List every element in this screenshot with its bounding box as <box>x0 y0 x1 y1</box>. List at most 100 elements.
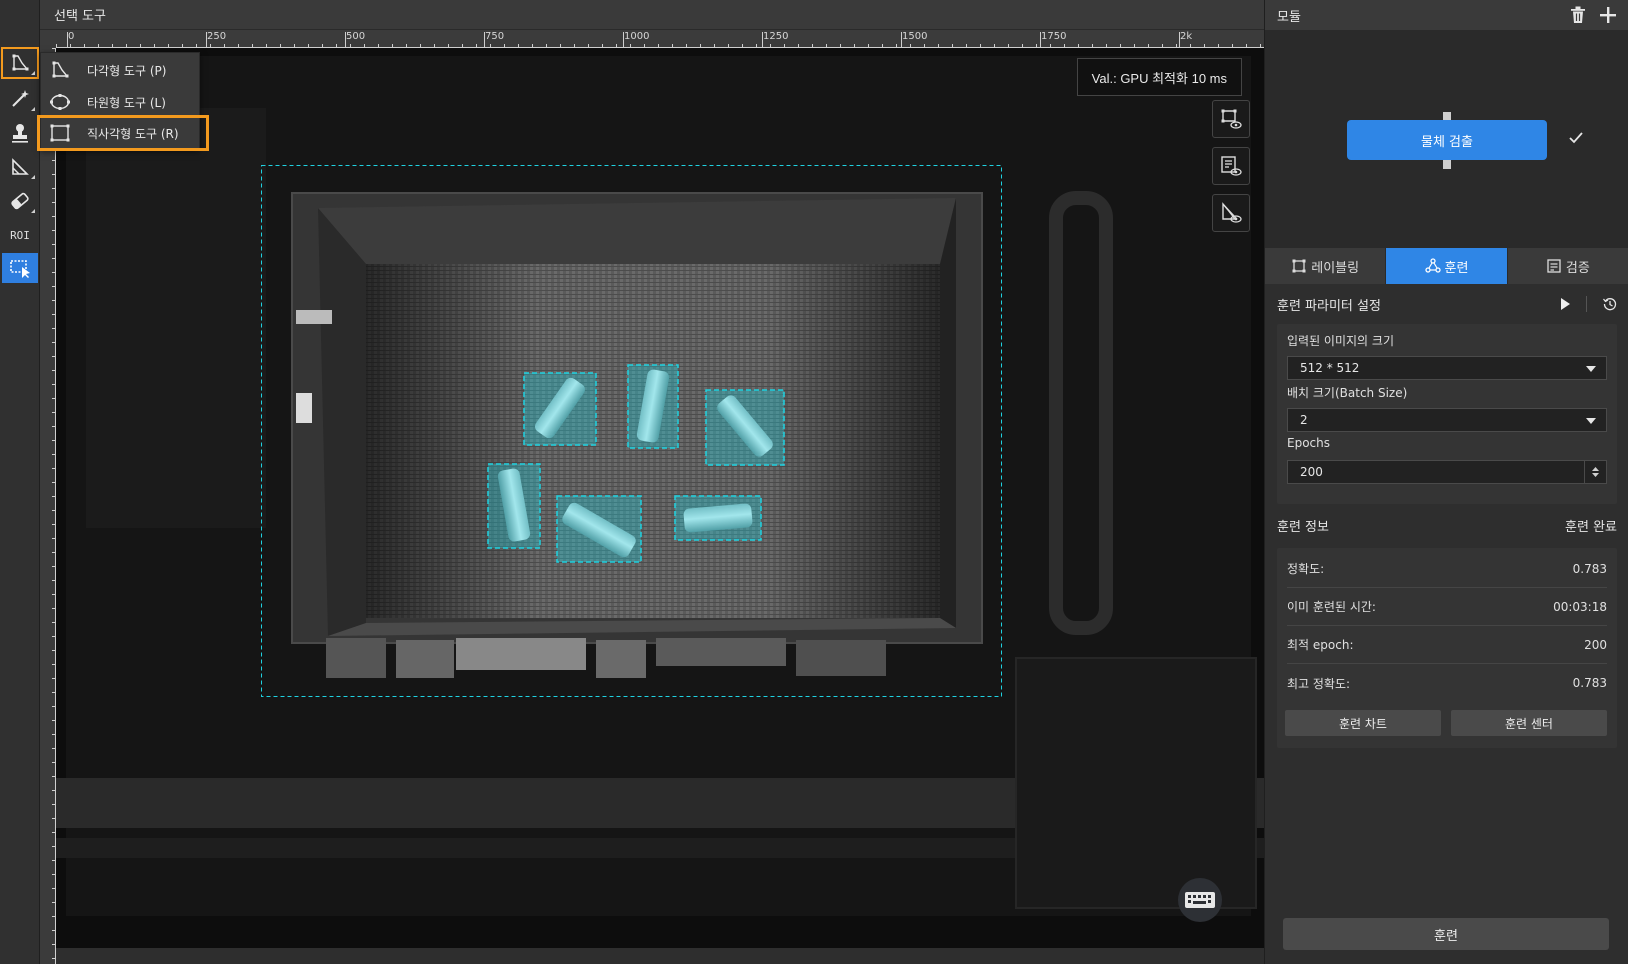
label-box <box>487 463 541 549</box>
ruler-ticks <box>56 32 1264 48</box>
keyboard-shortcut-button[interactable] <box>1178 878 1222 922</box>
tab-train[interactable]: 훈련 <box>1386 248 1508 284</box>
mask-view-button[interactable] <box>1212 194 1250 232</box>
train-info-header: 훈련 정보 훈련 완료 <box>1277 510 1617 540</box>
list-view-icon <box>1221 156 1242 176</box>
module-graph: 물체 검출 <box>1265 30 1628 248</box>
right-panel: 모듈 물체 검출 레이블링 훈련 검증 훈련 파라미터 설정 입력된 이미지의 … <box>1264 0 1628 964</box>
history-icon[interactable] <box>1603 297 1617 311</box>
info-row-best-epoch: 최적 epoch: 200 <box>1287 626 1607 664</box>
label-box <box>705 389 785 466</box>
info-row-best-accuracy: 최고 정확도: 0.783 <box>1287 664 1607 702</box>
polygon-eraser-tool-button[interactable] <box>2 152 38 182</box>
best-accuracy-label: 최고 정확도: <box>1287 676 1351 691</box>
tab-labeling-label: 레이블링 <box>1311 260 1360 276</box>
label-box <box>556 495 642 563</box>
trash-icon[interactable] <box>1570 6 1586 24</box>
input-size-select[interactable]: 512 * 512 <box>1287 356 1607 380</box>
epochs-stepper[interactable]: 200 <box>1287 460 1607 484</box>
stamp-icon <box>12 124 28 143</box>
ruler-ticks <box>52 48 56 964</box>
stamp-tool-button[interactable] <box>2 118 38 148</box>
accuracy-label: 정확도: <box>1287 562 1325 576</box>
ellipse-icon <box>50 94 70 110</box>
train-params-header: 훈련 파라미터 설정 <box>1277 290 1617 318</box>
info-row-accuracy: 정확도: 0.783 <box>1287 550 1607 588</box>
epochs-value: 200 <box>1300 465 1323 479</box>
train-info-title: 훈련 정보 <box>1277 519 1329 535</box>
input-size-value: 512 * 512 <box>1300 361 1360 375</box>
canvas-title-bar: 선택 도구 <box>40 0 1264 30</box>
validate-icon <box>1547 259 1561 273</box>
train-icon <box>1424 258 1441 273</box>
train-button[interactable]: 훈련 <box>1283 918 1609 950</box>
chevron-down-icon <box>1586 418 1596 424</box>
horizontal-ruler: 0 250 500 750 1000 1250 1500 1750 2k <box>56 30 1264 48</box>
trained-time-value: 00:03:18 <box>1553 599 1607 614</box>
module-header: 모듈 <box>1265 0 1628 30</box>
epochs-stepper-arrows[interactable] <box>1584 461 1606 483</box>
submenu-indicator <box>31 107 35 111</box>
roi-tool-button[interactable]: ROI <box>2 220 38 250</box>
batch-size-select[interactable]: 2 <box>1287 408 1607 432</box>
plus-icon[interactable] <box>1600 7 1616 23</box>
eraser-icon <box>11 192 29 210</box>
label-view-button[interactable] <box>1212 100 1250 138</box>
rectangle-tool-menu-item[interactable]: 직사각형 도구 (R) <box>37 115 209 151</box>
ruler-label-0: 0 <box>68 31 75 42</box>
polygon-icon <box>12 54 29 71</box>
tab-labeling[interactable]: 레이블링 <box>1265 248 1387 284</box>
tab-validate[interactable]: 검증 <box>1508 248 1628 284</box>
keyboard-icon <box>1185 892 1215 908</box>
ruler-label-1000: 1000 <box>624 31 650 42</box>
chevron-down-icon[interactable] <box>1592 473 1599 477</box>
node-output-port <box>1443 160 1451 169</box>
inspection-image <box>56 56 1264 916</box>
magic-wand-icon <box>12 90 29 107</box>
ruler-label-500: 500 <box>346 31 366 42</box>
label-view-icon <box>1221 109 1242 129</box>
mask-view-icon <box>1222 202 1242 223</box>
validation-time-text: Val.: GPU 최적화 10 ms <box>1091 70 1227 86</box>
ellipse-tool-menu-item[interactable]: 타원형 도구 (L) <box>41 87 201 117</box>
tool-strip: ROI <box>0 0 40 964</box>
best-accuracy-value: 0.783 <box>1572 676 1607 690</box>
train-chart-button[interactable]: 훈련 차트 <box>1285 710 1441 736</box>
list-view-button[interactable] <box>1212 147 1250 185</box>
ruler-label-250: 250 <box>207 31 227 42</box>
train-info-box: 정확도: 0.783 이미 훈련된 시간: 00:03:18 최적 epoch:… <box>1277 548 1617 748</box>
input-size-label: 입력된 이미지의 크기 <box>1287 334 1394 348</box>
label-box <box>674 495 762 541</box>
module-title: 모듈 <box>1277 9 1301 25</box>
polygon-tool-menu-item[interactable]: 다각형 도구 (P) <box>41 55 201 85</box>
best-epoch-label: 최적 epoch: <box>1287 638 1354 652</box>
page-title: 선택 도구 <box>54 9 106 24</box>
label-box <box>523 372 597 446</box>
play-icon[interactable] <box>1560 298 1570 310</box>
select-rect-icon <box>10 260 30 278</box>
ruler-label-1750: 1750 <box>1041 31 1067 42</box>
train-center-button[interactable]: 훈련 센터 <box>1451 710 1607 736</box>
tab-validate-label: 검증 <box>1565 260 1590 276</box>
image-canvas[interactable]: Val.: GPU 최적화 10 ms <box>56 48 1264 948</box>
submenu-indicator <box>31 175 35 179</box>
select-tool-button[interactable] <box>2 253 38 283</box>
canvas-status-strip <box>56 948 1264 964</box>
object-detection-module[interactable]: 물체 검출 <box>1347 120 1547 160</box>
magic-wand-tool-button[interactable] <box>2 84 38 114</box>
ruler-label-750: 750 <box>485 31 505 42</box>
rectangle-icon <box>50 124 70 142</box>
ellipse-tool-label: 타원형 도구 (L) <box>87 95 166 110</box>
batch-size-value: 2 <box>1300 413 1308 427</box>
trained-time-label: 이미 훈련된 시간: <box>1287 600 1376 614</box>
labeling-icon <box>1292 259 1306 273</box>
accuracy-value: 0.783 <box>1572 561 1607 576</box>
polygon-tool-button[interactable] <box>1 47 39 79</box>
chevron-up-icon[interactable] <box>1592 467 1599 471</box>
eraser-tool-button[interactable] <box>2 186 38 216</box>
train-params-title: 훈련 파라미터 설정 <box>1277 298 1381 314</box>
rectangle-tool-label: 직사각형 도구 (R) <box>87 126 179 141</box>
train-params-box: 입력된 이미지의 크기 512 * 512 배치 크기(Batch Size) … <box>1277 324 1617 504</box>
epochs-label: Epochs <box>1287 436 1330 450</box>
ruler-corner <box>40 30 56 48</box>
